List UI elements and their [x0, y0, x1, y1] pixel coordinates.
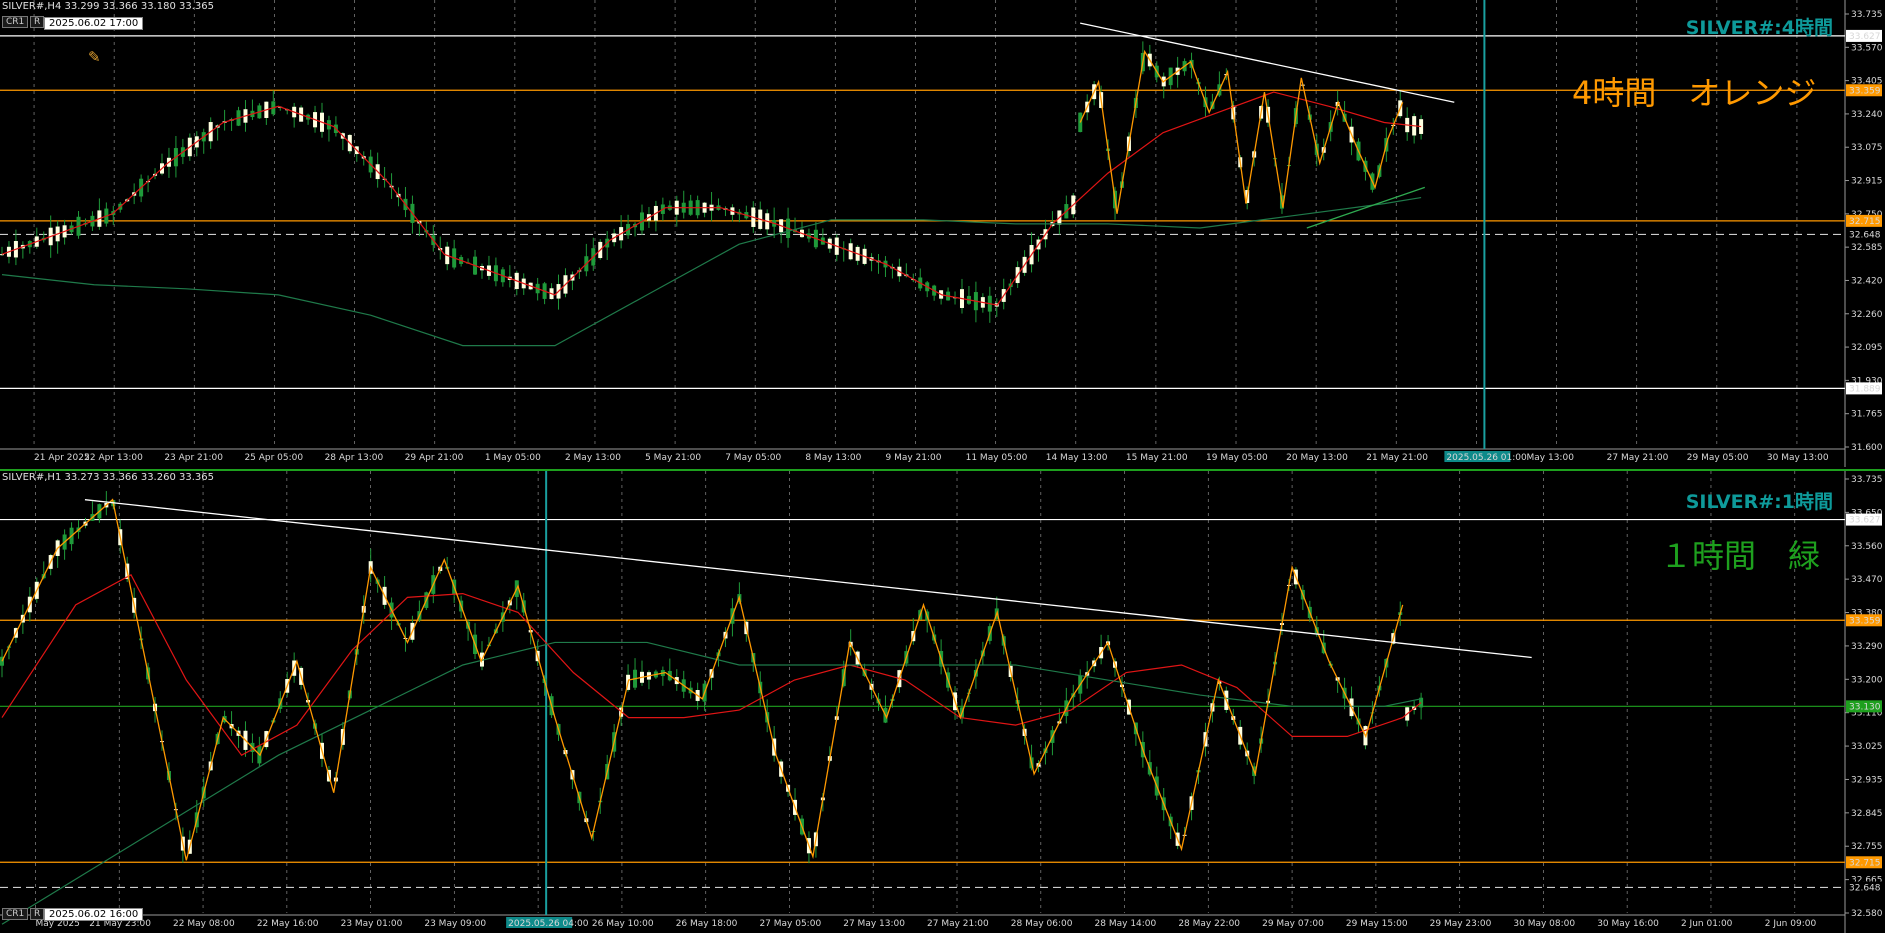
price-level-tag-label: 33.359 [1849, 86, 1881, 96]
price-axis-tick-label: 33.075 [1851, 143, 1883, 153]
h4-r-button[interactable]: R [30, 16, 45, 28]
time-axis-tick-label: 22 Apr 13:00 [84, 453, 143, 463]
time-axis-tick-label: 29 May 23:00 [1430, 919, 1492, 929]
time-axis-tick-label: 21 Apr 2025 [34, 453, 90, 463]
price-axis-tick-label: 33.240 [1851, 110, 1883, 120]
time-axis-tick-label: 20 May 13:00 [1286, 453, 1348, 463]
time-axis-tick-label: 2 Jun 09:00 [1765, 919, 1817, 929]
price-axis-tick-label: 33.735 [1851, 475, 1883, 485]
time-axis-tick-label: 1 May 05:00 [485, 453, 541, 463]
h4-time-stamp: 2025.06.02 17:00 [44, 17, 144, 30]
price-axis-tick-label: 33.470 [1851, 575, 1883, 585]
time-axis-tick-label: 22 May 08:00 [173, 919, 235, 929]
time-axis-tick-label: 30 May 08:00 [1513, 919, 1575, 929]
h4-annotation: 4時間 オレンジ [1572, 74, 1817, 112]
price-level-tag-label: 31.889 [1849, 384, 1881, 394]
price-level-tag-label: 32.715 [1849, 858, 1881, 868]
price-axis-tick-label: 32.420 [1851, 276, 1883, 286]
time-axis-tick-label: 27 May 21:00 [1607, 453, 1669, 463]
time-axis-tick-label: 27 May 05:00 [759, 919, 821, 929]
time-axis-tick-label: 23 Apr 21:00 [164, 453, 223, 463]
h4-chart-pane[interactable]: 21 Apr 2025 22 Apr 13:00 23 Apr 21:00 25 Ap… [0, 0, 1885, 467]
trendline [1306, 186, 1426, 229]
price-level-tag-label: 33.627 [1849, 32, 1881, 42]
time-axis-tick-label: 9 May 21:00 [885, 453, 941, 463]
price-axis-tick-label: 33.570 [1851, 43, 1883, 53]
price-level-tag-label: 33.359 [1849, 616, 1881, 626]
price-axis-tick-label: 33.025 [1851, 742, 1883, 752]
h1-chart-title: SILVER#:1時間 [1685, 491, 1833, 513]
price-level-tag-label: 33.130 [1849, 702, 1881, 712]
h1-symbol-header: SILVER#,H1 33.273 33.366 33.260 33.365 [2, 472, 214, 483]
time-axis-tick-label: 23 May 01:00 [341, 919, 403, 929]
time-axis-tick-label: 15 May 21:00 [1126, 453, 1188, 463]
time-axis-tick-label: 11 May 05:00 [966, 453, 1028, 463]
time-axis-tick-label: 8 May 13:00 [805, 453, 861, 463]
price-axis-tick-label: 32.845 [1851, 809, 1883, 819]
trendline [84, 499, 1532, 659]
h1-cr1-button[interactable]: CR1 [2, 908, 29, 920]
time-axis-tick-label: 29 Apr 21:00 [405, 453, 464, 463]
time-axis-tick-label: 29 May 07:00 [1262, 919, 1324, 929]
price-axis-tick-label: 33.290 [1851, 642, 1883, 652]
time-axis-tick-label: 30 May 13:00 [1767, 453, 1829, 463]
price-level-tag-label: 33.627 [1849, 516, 1881, 526]
time-axis-tick-label: 26 May 18:00 [676, 919, 738, 929]
time-axis-tick-label: 29 May 05:00 [1687, 453, 1749, 463]
time-axis-tick-label: 7 May 05:00 [725, 453, 781, 463]
price-level-tag-label: 32.648 [1849, 883, 1881, 893]
price-level-tag-label: 32.648 [1849, 230, 1881, 240]
time-axis-tick-label: 30 May 16:00 [1597, 919, 1659, 929]
price-axis-tick-label: 31.600 [1851, 443, 1883, 453]
time-axis-tick-label: 22 May 16:00 [257, 919, 319, 929]
h1-time-stamp: 2025.06.02 16:00 [44, 908, 144, 921]
time-axis-tick-label: 28 Apr 13:00 [325, 453, 384, 463]
h1-annotation: １時間 緑 [1660, 537, 1821, 575]
price-axis-tick-label: 31.765 [1851, 410, 1883, 420]
price-axis-tick-label: 32.580 [1851, 909, 1883, 919]
time-axis-tick-label: 28 May 22:00 [1178, 919, 1240, 929]
price-axis-tick-label: 32.260 [1851, 310, 1883, 320]
time-axis-tick-label: 5 May 21:00 [645, 453, 701, 463]
time-axis-tick-label: May 13:00 [1527, 453, 1575, 463]
time-axis-tick-label: 29 May 15:00 [1346, 919, 1408, 929]
time-axis-tick-label: 2025.05.26 01:00 [1446, 453, 1527, 463]
time-axis-tick-label: 26 May 10:00 [592, 919, 654, 929]
candles-group [0, 41, 1424, 323]
price-axis-tick-label: 32.935 [1851, 775, 1883, 785]
price-level-tag-label: 32.715 [1849, 217, 1881, 227]
price-axis-tick-label: 33.560 [1851, 542, 1883, 552]
h4-symbol-header: SILVER#,H4 33.299 33.366 33.180 33.365 [2, 1, 214, 12]
time-axis-tick-label: 2 Jun 01:00 [1681, 919, 1733, 929]
price-axis-tick-label: 33.735 [1851, 10, 1883, 20]
time-axis-tick-label: 2 May 13:00 [565, 453, 621, 463]
h1-chart-canvas[interactable]: May 2025 21 May 23:00 22 May 08:00 22 May 1… [0, 471, 1885, 933]
h4-chart-title: SILVER#:4時間 [1685, 17, 1833, 39]
price-axis-tick-label: 32.915 [1851, 177, 1883, 187]
time-axis-tick-label: 14 May 13:00 [1046, 453, 1108, 463]
price-axis-tick-label: 32.095 [1851, 343, 1883, 353]
time-axis-tick-label: 19 May 05:00 [1206, 453, 1268, 463]
crosshair-icon: ✎ [88, 48, 101, 66]
h1-r-button[interactable]: R [30, 908, 45, 920]
time-axis-tick-label: 21 May 21:00 [1366, 453, 1428, 463]
time-axis-tick-label: 2025.05.26 04:00 [508, 919, 589, 929]
time-axis-tick-label: 27 May 21:00 [927, 919, 989, 929]
price-axis-tick-label: 32.755 [1851, 842, 1883, 852]
price-axis-tick-label: 33.200 [1851, 675, 1883, 685]
time-axis-tick-label: 23 May 09:00 [424, 919, 486, 929]
time-axis-tick-label: 25 Apr 05:00 [244, 453, 303, 463]
time-axis-tick-label: 28 May 14:00 [1095, 919, 1157, 929]
price-axis-tick-label: 32.585 [1851, 243, 1883, 253]
time-axis-tick-label: 27 May 13:00 [843, 919, 905, 929]
h4-cr1-button[interactable]: CR1 [2, 16, 29, 28]
time-axis-tick-label: 28 May 06:00 [1011, 919, 1073, 929]
h1-chart-pane[interactable]: May 2025 21 May 23:00 22 May 08:00 22 May 1… [0, 469, 1885, 933]
